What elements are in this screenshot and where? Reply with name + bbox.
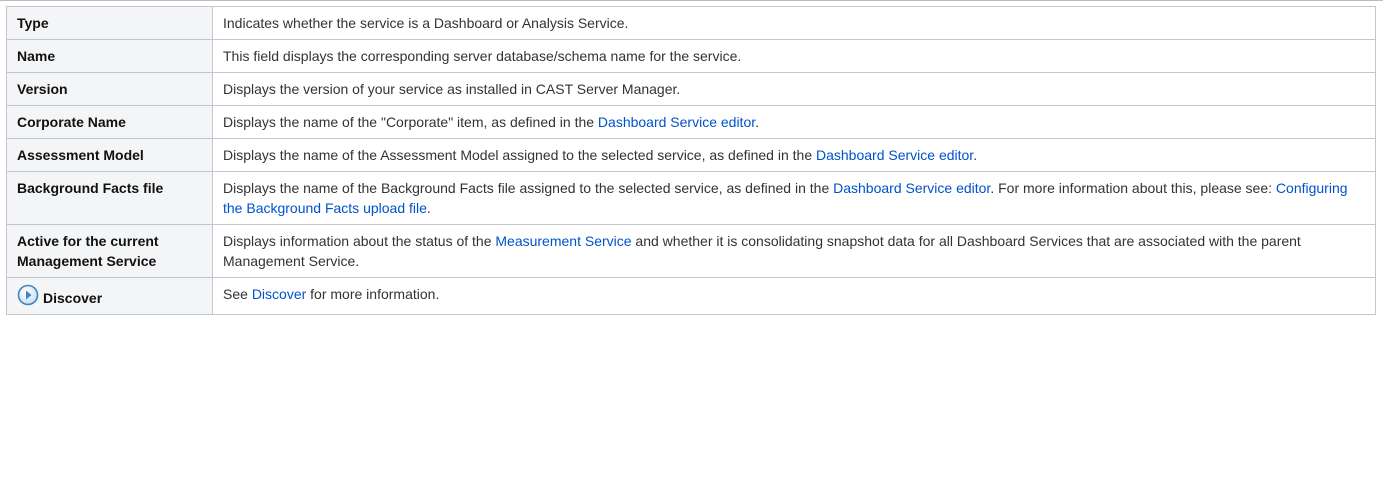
row-key-cell: Version [6,72,213,106]
row-key-label: Type [17,15,49,31]
row-description-cell: Displays the name of the Assessment Mode… [212,138,1376,172]
table-row-assessment-model: Assessment Model Displays the name of the… [6,138,1376,172]
row-key-label: Assessment Model [17,147,144,163]
row-description-cell: See Discover for more information. [212,277,1376,315]
table-row-corporate-name: Corporate Name Displays the name of the "… [6,105,1376,139]
row-description-cell: Displays information about the status of… [212,224,1376,278]
table-row-discover: Discover See Discover for more informatio… [6,277,1376,315]
table-row-type: Type Indicates whether the service is a D… [6,6,1376,40]
description-text: . [426,200,431,216]
play-circle-icon[interactable] [17,284,39,306]
row-description-cell: Indicates whether the service is a Dashb… [212,6,1376,40]
description-text: Displays information about the status of… [223,233,496,249]
description-text: Displays the name of the Assessment Mode… [223,147,816,163]
row-key-label: Discover [43,290,103,306]
table-row-active-for-the-current-management-service: Active for the current Management Servic… [6,224,1376,278]
link-measurement-service[interactable]: Measurement Service [495,233,631,249]
row-key-cell: Name [6,39,213,73]
link-dashboard-service-editor[interactable]: Dashboard Service editor [598,114,755,130]
row-key-cell: Type [6,6,213,40]
row-key-cell: Active for the current Management Servic… [6,224,213,278]
row-key-cell: Corporate Name [6,105,213,139]
row-key-label: Name [17,48,56,64]
properties-table: Type Indicates whether the service is a D… [6,6,1376,315]
description-text: . [973,147,978,163]
description-text: for more information. [306,286,440,302]
row-description-cell: Displays the name of the Background Fact… [212,171,1376,225]
top-rule [0,0,1383,1]
discover-key-wrapper: Discover [17,284,202,308]
description-text: Displays the name of the Background Fact… [223,180,834,196]
table-row-version: Version Displays the version of your serv… [6,72,1376,106]
table-row-background-facts-file: Background Facts file Displays the name o… [6,171,1376,225]
row-key-label: Version [17,81,68,97]
row-key-cell: Discover [6,277,213,315]
row-key-cell: Assessment Model [6,138,213,172]
row-key-label: Background Facts file [17,180,164,196]
description-text: Displays the version of your service as … [223,81,681,97]
description-text: . For more information about this, pleas… [990,180,1276,196]
description-text: . [755,114,760,130]
description-text: Displays the name of the "Corporate" ite… [223,114,598,130]
table-row-name: Name This field displays the correspondin… [6,39,1376,73]
row-key-label: Corporate Name [17,114,126,130]
table-body: Type Indicates whether the service is a D… [6,6,1376,315]
row-description-cell: Displays the version of your service as … [212,72,1376,106]
description-text: See [223,286,252,302]
row-key-label: Active for the current Management Servic… [17,233,159,269]
description-text: This field displays the corresponding se… [223,48,742,64]
link-dashboard-service-editor[interactable]: Dashboard Service editor [833,180,990,196]
row-description-cell: Displays the name of the "Corporate" ite… [212,105,1376,139]
link-discover[interactable]: Discover [252,286,306,302]
row-key-cell: Background Facts file [6,171,213,225]
link-dashboard-service-editor[interactable]: Dashboard Service editor [816,147,973,163]
description-text: Indicates whether the service is a Dashb… [223,15,629,31]
row-description-cell: This field displays the corresponding se… [212,39,1376,73]
